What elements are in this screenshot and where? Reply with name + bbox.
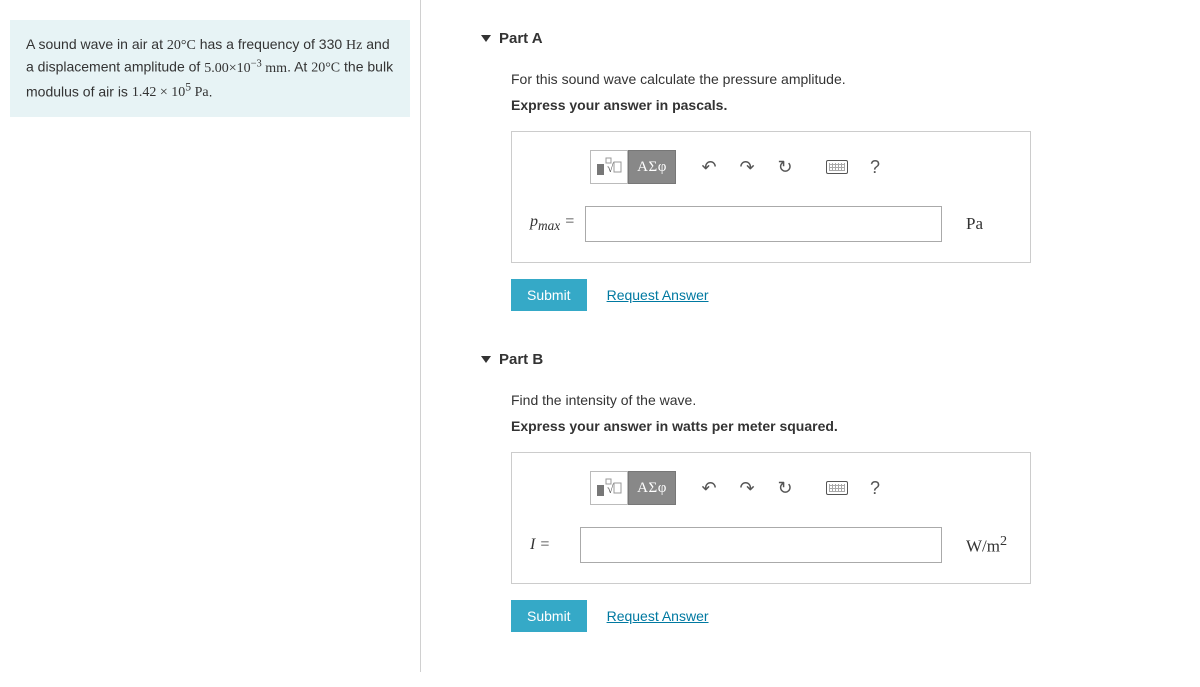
- keyboard-button[interactable]: [818, 150, 856, 184]
- keyboard-icon: [826, 481, 848, 495]
- variable-label-b: I =: [530, 536, 570, 554]
- redo-button[interactable]: ↷: [728, 471, 766, 505]
- answer-input-b[interactable]: [580, 527, 942, 563]
- undo-button[interactable]: ↶: [690, 471, 728, 505]
- request-answer-link-b[interactable]: Request Answer: [607, 608, 709, 624]
- part-a-prompt: For this sound wave calculate the pressu…: [511, 71, 1140, 87]
- part-b-section: Part B Find the intensity of the wave. E…: [481, 351, 1160, 632]
- template-button[interactable]: √: [590, 471, 628, 505]
- part-b-header[interactable]: Part B: [481, 351, 1160, 368]
- part-a-section: Part A For this sound wave calculate the…: [481, 30, 1160, 311]
- part-b-instruct: Express your answer in watts per meter s…: [511, 418, 1140, 434]
- help-button[interactable]: ?: [856, 150, 894, 184]
- toolbar-b: √ ΑΣφ ↶ ↷ ↻ ?: [530, 471, 1012, 505]
- answer-box-a: √ ΑΣφ ↶ ↷ ↻ ?: [511, 131, 1031, 263]
- answer-input-a[interactable]: [585, 206, 942, 242]
- request-answer-link-a[interactable]: Request Answer: [607, 287, 709, 303]
- answer-box-b: √ ΑΣφ ↶ ↷ ↻ ?: [511, 452, 1031, 584]
- template-button[interactable]: √: [590, 150, 628, 184]
- reset-button[interactable]: ↻: [766, 471, 804, 505]
- answer-panel: Part A For this sound wave calculate the…: [420, 0, 1200, 672]
- reset-button[interactable]: ↻: [766, 150, 804, 184]
- undo-button[interactable]: ↶: [690, 150, 728, 184]
- variable-label-a: pmax =: [530, 213, 575, 234]
- toolbar-a: √ ΑΣφ ↶ ↷ ↻ ?: [530, 150, 1012, 184]
- submit-button-a[interactable]: Submit: [511, 279, 587, 311]
- problem-statement: A sound wave in air at 20°C has a freque…: [10, 20, 410, 117]
- part-a-title: Part A: [499, 30, 543, 47]
- help-button[interactable]: ?: [856, 471, 894, 505]
- part-b-title: Part B: [499, 351, 543, 368]
- part-a-instruct: Express your answer in pascals.: [511, 97, 1140, 113]
- unit-label-b: W/m2: [952, 533, 1012, 557]
- chevron-down-icon: [481, 356, 491, 363]
- redo-button[interactable]: ↷: [728, 150, 766, 184]
- submit-button-b[interactable]: Submit: [511, 600, 587, 632]
- part-a-header[interactable]: Part A: [481, 30, 1160, 47]
- greek-button[interactable]: ΑΣφ: [628, 471, 676, 505]
- keyboard-button[interactable]: [818, 471, 856, 505]
- chevron-down-icon: [481, 35, 491, 42]
- unit-label-a: Pa: [952, 214, 1012, 234]
- part-b-prompt: Find the intensity of the wave.: [511, 392, 1140, 408]
- greek-button[interactable]: ΑΣφ: [628, 150, 676, 184]
- problem-panel: A sound wave in air at 20°C has a freque…: [0, 0, 420, 672]
- keyboard-icon: [826, 160, 848, 174]
